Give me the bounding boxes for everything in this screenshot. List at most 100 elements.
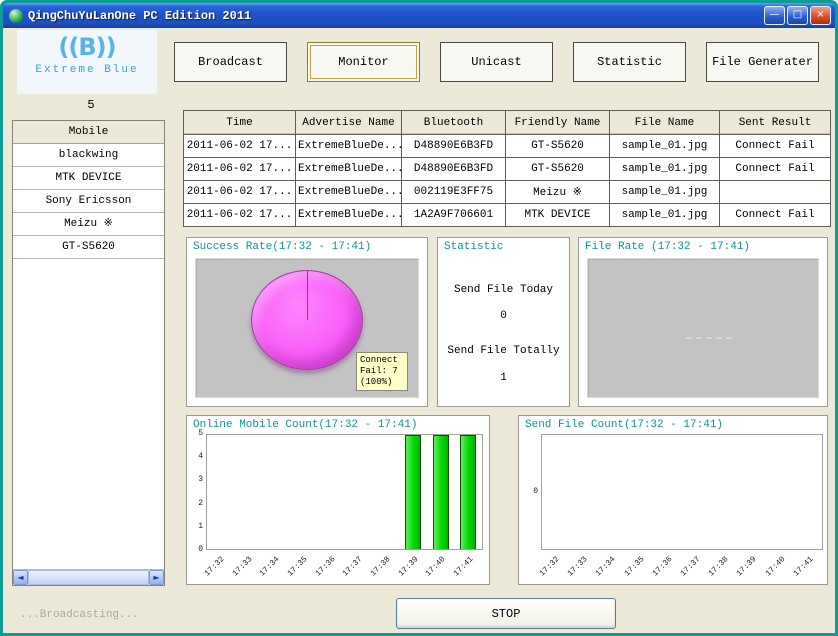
success-rate-panel: Success Rate(17:32 - 17:41) Connect Fail… [186, 237, 428, 407]
column-header[interactable]: Sent Result [719, 110, 831, 135]
mobile-list-item[interactable]: Sony Ericsson [13, 190, 164, 213]
toolbar-button-monitor[interactable]: Monitor [307, 42, 420, 82]
x-axis-label: 17:37 [679, 555, 703, 579]
x-axis-label: 17:34 [594, 555, 618, 579]
mobile-list-empty-area [13, 259, 164, 569]
stop-button[interactable]: STOP [396, 598, 616, 629]
x-axis-label: 17:40 [763, 555, 788, 579]
file-rate-panel: File Rate (17:32 - 17:41) [578, 237, 828, 407]
file-rate-plot [587, 258, 819, 398]
x-axis-label: 17:36 [650, 555, 675, 579]
y-axis-label: 4 [198, 452, 203, 462]
table-cell: Connect Fail [719, 203, 831, 227]
y-axis-label: 0 [533, 487, 538, 496]
online-mobile-count-plot [206, 434, 483, 550]
x-axis-label: 17:39 [396, 555, 421, 579]
y-axis-label: 2 [198, 498, 203, 508]
app-icon [9, 8, 23, 23]
stat-label-send-file-totally: Send File Totally [447, 345, 560, 357]
table-row[interactable]: 2011-06-02 17... ExtremeBlueDe... D48890E6… [183, 134, 831, 158]
table-row[interactable]: 2011-06-02 17... ExtremeBlueDe... D48890E6… [183, 157, 831, 181]
bar [432, 435, 449, 549]
mobile-list-item[interactable]: GT-S5620 [13, 236, 164, 259]
mobile-list-item[interactable]: blackwing [13, 144, 164, 167]
online-mobile-count-title: Online Mobile Count(17:32 - 17:41) [193, 419, 418, 431]
table-cell: 1A2A9F706601 [401, 203, 506, 227]
online-mobile-count-xaxis: 17:32 17:33 17:34 17:35 17:36 17:37 17:38 17:39… [202, 552, 483, 584]
table-row[interactable]: 2011-06-02 17... ExtremeBlueDe... 002119E3… [183, 180, 831, 204]
column-header[interactable]: Advertise Name [295, 110, 402, 135]
table-cell: ExtremeBlueDe... [295, 180, 402, 204]
mobile-list-item[interactable]: Meizu ※ [13, 213, 164, 236]
empty-series-dash [686, 337, 732, 339]
stat-value-send-file-totally: 1 [500, 372, 507, 384]
device-count: 5 [87, 98, 95, 112]
pie-tooltip: Connect Fail: 7 (100%) [356, 352, 408, 391]
x-axis-label: 17:33 [566, 555, 590, 579]
bar [405, 435, 422, 549]
logo-text: Extreme Blue [35, 64, 139, 76]
table-cell: GT-S5620 [505, 157, 610, 181]
scrollbar-track[interactable] [28, 570, 149, 585]
close-icon[interactable]: × [810, 6, 831, 25]
table-row[interactable]: 2011-06-02 17... ExtremeBlueDe... 1A2A9F70… [183, 203, 831, 227]
table-cell: 002119E3FF75 [401, 180, 506, 204]
table-cell: 2011-06-02 17... [183, 134, 296, 158]
mobile-list-header[interactable]: Mobile [13, 121, 164, 144]
table-cell: Connect Fail [719, 134, 831, 158]
online-mobile-count-panel: Online Mobile Count(17:32 - 17:41) 5 4 3 2 1… [186, 415, 490, 585]
send-file-count-panel: Send File Count(17:32 - 17:41) 0 17:32 17… [518, 415, 828, 585]
toolbar: Broadcast Monitor Unicast Statistic File Gen… [174, 42, 819, 82]
table-cell: Meizu ※ [505, 180, 610, 204]
results-table-head-row: Time Advertise Name Bluetooth Friendly Name… [183, 110, 831, 135]
table-cell: D48890E6B3FD [401, 134, 506, 158]
table-cell: 2011-06-02 17... [183, 180, 296, 204]
x-axis-label: 17:38 [707, 555, 731, 579]
results-table: Time Advertise Name Bluetooth Friendly Name… [183, 110, 831, 227]
success-rate-plot: Connect Fail: 7 (100%) [195, 258, 419, 398]
toolbar-button-statistic[interactable]: Statistic [573, 42, 686, 82]
column-header[interactable]: Time [183, 110, 296, 135]
toolbar-button-broadcast[interactable]: Broadcast [174, 42, 287, 82]
send-file-count-plot [541, 434, 823, 550]
column-header[interactable]: Friendly Name [505, 110, 610, 135]
statistic-panel: Statistic Send File Today 0 Send File To… [437, 237, 570, 407]
table-cell: Connect Fail [719, 157, 831, 181]
mobile-list-item[interactable]: MTK DEVICE [13, 167, 164, 190]
x-axis-label: 17:34 [258, 555, 282, 579]
scroll-right-icon[interactable]: ► [149, 570, 164, 585]
file-rate-title: File Rate (17:32 - 17:41) [585, 241, 751, 253]
x-axis-label: 17:39 [735, 555, 759, 579]
mobile-list-items: blackwing MTK DEVICE Sony Ericsson Meizu ※ G… [13, 144, 164, 259]
logo-symbol: ((B)) [58, 33, 116, 61]
x-axis-label: 17:38 [369, 555, 393, 579]
toolbar-button-unicast[interactable]: Unicast [440, 42, 553, 82]
table-cell: ExtremeBlueDe... [295, 203, 402, 227]
toolbar-button-file-generater[interactable]: File Generater [706, 42, 819, 82]
maximize-icon[interactable]: □ [787, 6, 808, 25]
horizontal-scrollbar[interactable]: ◄ ► [13, 569, 164, 585]
x-axis-label: 17:40 [424, 555, 448, 579]
mobile-list: Mobile blackwing MTK DEVICE Sony Ericsson M… [12, 120, 165, 586]
table-cell: sample_01.jpg [609, 157, 720, 181]
app-logo: ((B)) Extreme Blue [17, 30, 157, 94]
x-axis-label: 17:36 [313, 555, 338, 579]
results-table-body: 2011-06-02 17... ExtremeBlueDe... D48890E6… [183, 134, 831, 227]
x-axis-label: 17:33 [230, 555, 254, 579]
app-window: QingChuYuLanOne PC Edition 2011 — □ × ((… [0, 0, 838, 636]
window-title: QingChuYuLanOne PC Edition 2011 [28, 8, 252, 23]
success-rate-title: Success Rate(17:32 - 17:41) [193, 241, 372, 253]
scroll-left-icon[interactable]: ◄ [13, 570, 28, 585]
bar [460, 435, 477, 549]
x-axis-label: 17:32 [202, 555, 227, 579]
column-header[interactable]: File Name [609, 110, 720, 135]
pie-chart [251, 270, 363, 370]
column-header[interactable]: Bluetooth [401, 110, 506, 135]
title-bar[interactable]: QingChuYuLanOne PC Edition 2011 — □ × [3, 3, 835, 28]
table-cell: sample_01.jpg [609, 134, 720, 158]
x-axis-label: 17:32 [538, 555, 562, 579]
minimize-icon[interactable]: — [764, 6, 785, 25]
send-file-count-yaxis: 0 [524, 434, 539, 550]
stat-value-send-file-today: 0 [500, 310, 507, 322]
x-axis-label: 17:35 [285, 555, 310, 579]
